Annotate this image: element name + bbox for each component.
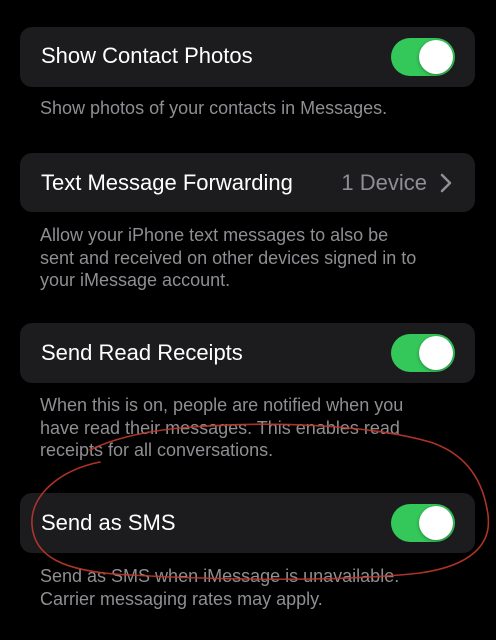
chevron-right-icon (440, 173, 452, 193)
toggle-knob (419, 336, 453, 370)
show-contact-photos-label: Show Contact Photos (41, 43, 253, 68)
show-contact-photos-toggle[interactable] (391, 38, 455, 76)
footnote-line: have read their messages. This enables r… (40, 417, 400, 438)
send-read-receipts-toggle[interactable] (391, 334, 455, 372)
send-as-sms-footnote: Send as SMS when iMessage is unavailable… (40, 565, 480, 610)
send-read-receipts-label: Send Read Receipts (41, 340, 243, 365)
footnote-line: Carrier messaging rates may apply. (40, 588, 323, 609)
send-read-receipts-row: Send Read Receipts (20, 323, 475, 383)
toggle-knob (419, 506, 453, 540)
footnote-line: receipts for all conversations. (40, 440, 274, 460)
send-as-sms-toggle[interactable] (391, 504, 455, 542)
footnote-line: When this is on, people are notified whe… (40, 395, 404, 415)
send-as-sms-label: Send as SMS (41, 510, 176, 535)
footnote-line: sent and received on other devices signe… (40, 247, 417, 268)
text-message-forwarding-label: Text Message Forwarding (41, 170, 293, 195)
footnote-line: your iMessage account. (40, 270, 231, 290)
footnote-line: Allow your iPhone text messages to also … (40, 225, 389, 245)
text-message-forwarding-footnote: Allow your iPhone text messages to also … (40, 224, 480, 292)
send-as-sms-row: Send as SMS (20, 493, 475, 553)
send-read-receipts-footnote: When this is on, people are notified whe… (40, 394, 480, 462)
footnote-line: Send as SMS when iMessage is unavailable… (40, 566, 400, 586)
show-contact-photos-row: Show Contact Photos (20, 27, 475, 87)
toggle-knob (419, 40, 453, 74)
text-message-forwarding-row[interactable]: Text Message Forwarding 1 Device (20, 153, 475, 212)
show-contact-photos-footnote: Show photos of your contacts in Messages… (40, 98, 388, 118)
text-message-forwarding-value: 1 Device (341, 170, 427, 195)
